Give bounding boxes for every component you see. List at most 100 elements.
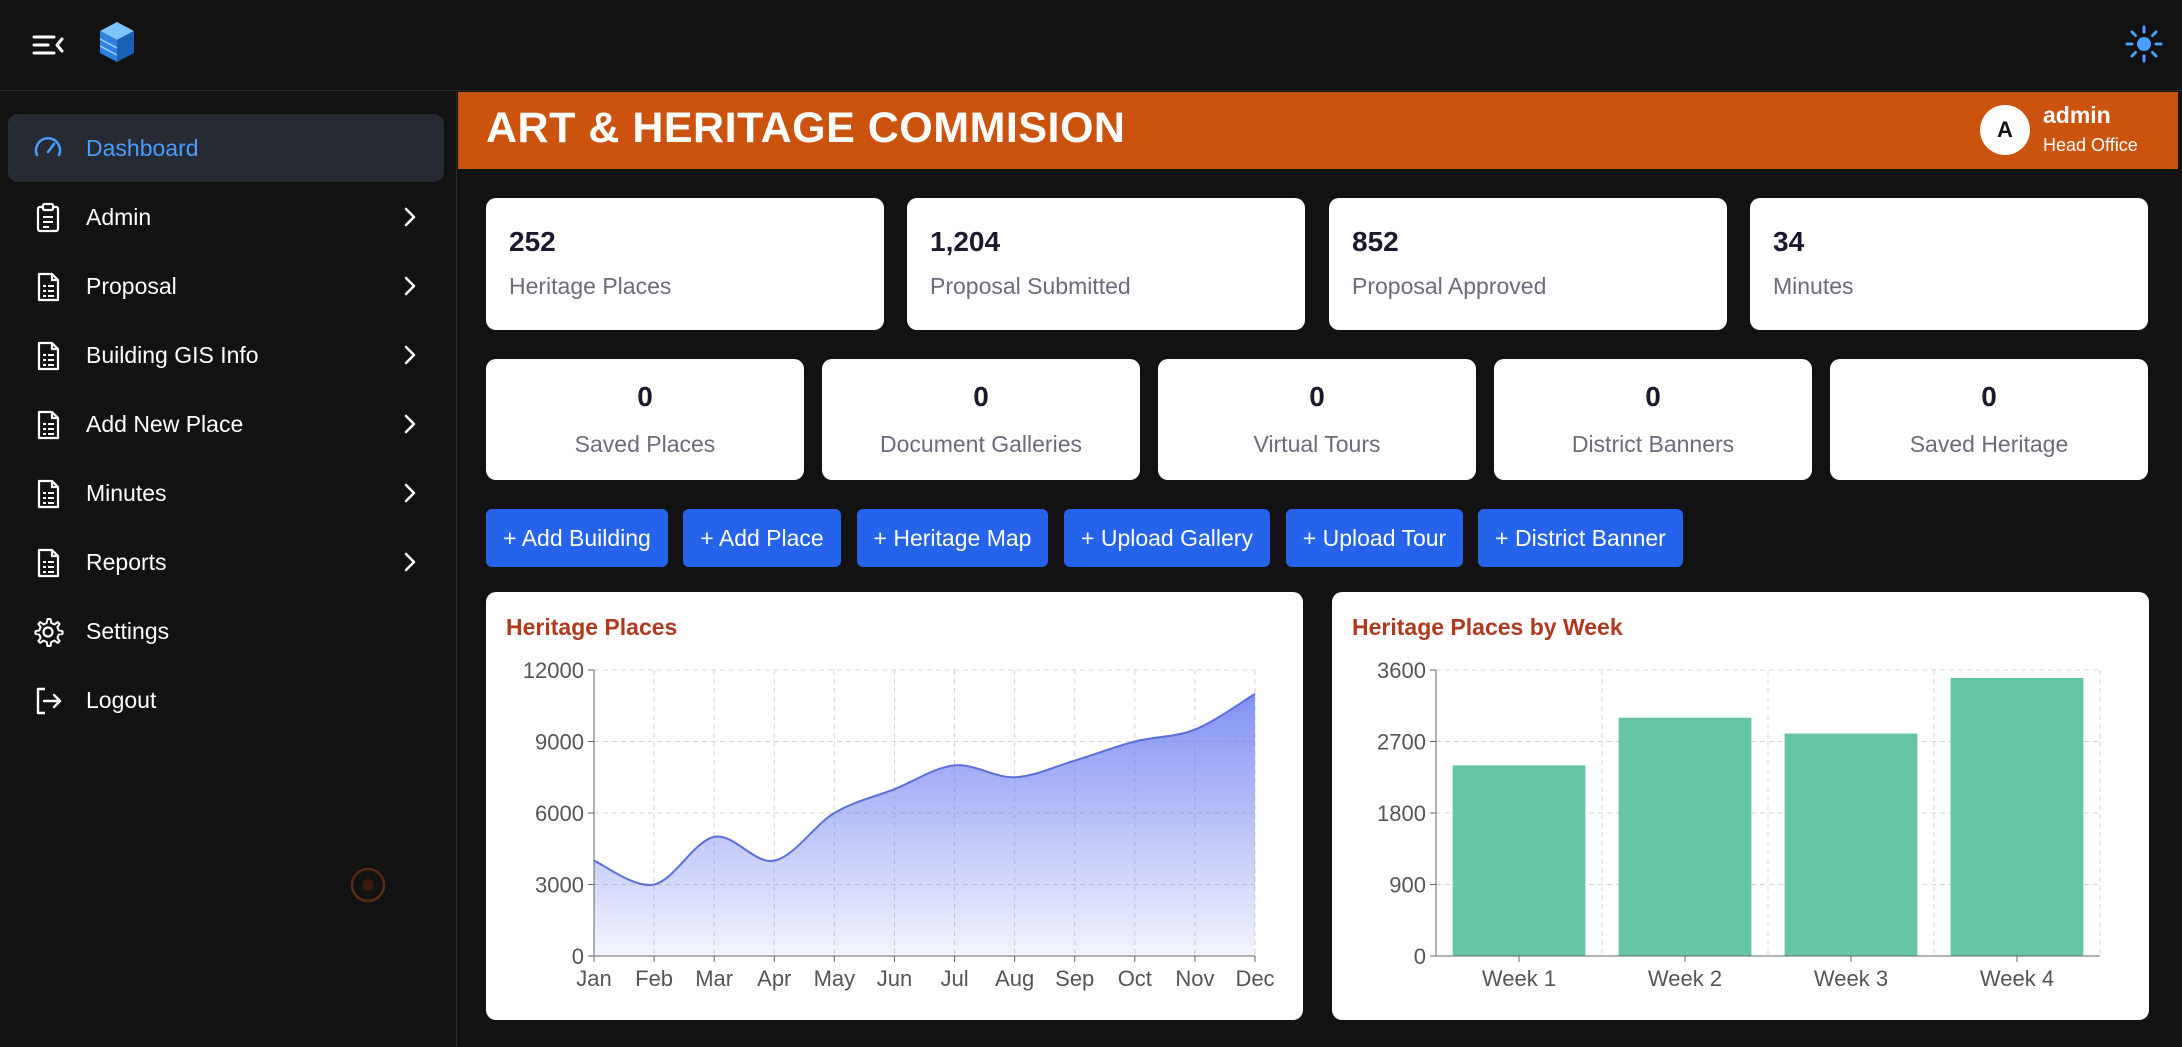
y-tick-label: 12000 bbox=[523, 658, 584, 683]
stat-value: 34 bbox=[1773, 226, 1805, 257]
chevron-right-icon bbox=[404, 207, 416, 227]
stat-label: Proposal Submitted bbox=[930, 273, 1131, 299]
mini-stat-saved-places: 0 Saved Places bbox=[486, 359, 804, 480]
add-building-button[interactable]: + Add Building bbox=[486, 509, 668, 567]
bar bbox=[1618, 717, 1752, 956]
stat-value: 1,204 bbox=[930, 226, 1001, 257]
stat-value: 252 bbox=[509, 226, 556, 257]
logout-icon bbox=[36, 687, 62, 715]
mini-stat-saved-heritage: 0 Saved Heritage bbox=[1830, 359, 2148, 480]
top-bar bbox=[0, 0, 2182, 91]
document-icon bbox=[37, 272, 60, 302]
spinner-icon bbox=[350, 867, 386, 903]
document-icon bbox=[37, 548, 60, 578]
x-tick-label: Jan bbox=[576, 966, 611, 991]
x-tick-label: Mar bbox=[695, 966, 733, 991]
gear-icon bbox=[34, 618, 64, 647]
stat-label: Minutes bbox=[1773, 273, 1854, 299]
x-tick-label: Sep bbox=[1055, 966, 1094, 991]
sidebar-item-reports[interactable]: Reports bbox=[8, 528, 444, 596]
sun-icon[interactable] bbox=[2124, 24, 2164, 64]
mini-stat-document-galleries: 0 Document Galleries bbox=[822, 359, 1140, 480]
y-tick-label: 1800 bbox=[1377, 801, 1426, 826]
x-tick-label: Aug bbox=[995, 966, 1034, 991]
chevron-right-icon bbox=[404, 414, 416, 434]
stat-label: Heritage Places bbox=[509, 273, 672, 299]
heritage-places-chart-card: Heritage Places 0 3000 6000 9000 12000 Jan Feb… bbox=[486, 592, 1303, 1020]
mini-stat-label: Document Galleries bbox=[880, 431, 1082, 457]
y-tick-label: 6000 bbox=[535, 801, 584, 826]
heritage-places-by-week-bar-chart: 0 900 1800 2700 3600 Week 1 Week 2 Week 3 Week 4 bbox=[1377, 658, 2101, 991]
x-tick-label: Feb bbox=[635, 966, 673, 991]
bar bbox=[1784, 733, 1918, 956]
upload-tour-button[interactable]: + Upload Tour bbox=[1286, 509, 1463, 567]
mini-stat-label: Saved Places bbox=[574, 431, 716, 457]
y-tick-label: 3600 bbox=[1377, 658, 1426, 683]
y-tick-label: 900 bbox=[1389, 873, 1426, 898]
cube-logo-icon[interactable] bbox=[98, 20, 136, 64]
sidebar-item-label: Building GIS Info bbox=[86, 341, 259, 368]
page-header-banner: ART & HERITAGE COMMISION A admin Head Of… bbox=[458, 92, 2178, 169]
mini-stat-label: Saved Heritage bbox=[1909, 431, 2069, 457]
heritage-places-area-chart: 030006000900012000Jan Feb Mar Apr May Jun Jul A… bbox=[523, 658, 1275, 991]
sidebar-item-proposal[interactable]: Proposal bbox=[8, 252, 444, 320]
y-tick-label: 2700 bbox=[1377, 730, 1426, 755]
mini-stat-value: 0 bbox=[1309, 381, 1325, 412]
chevron-right-icon bbox=[404, 276, 416, 296]
y-tick-label: 0 bbox=[1414, 944, 1426, 969]
sidebar-item-minutes[interactable]: Minutes bbox=[8, 459, 444, 527]
mini-stat-label: District Banners bbox=[1571, 431, 1735, 457]
document-icon bbox=[37, 341, 60, 371]
sidebar-item-label: Reports bbox=[86, 548, 167, 575]
app-root: Dashboard Admin Proposal Building GIS In… bbox=[0, 0, 2182, 1047]
clipboard-icon bbox=[36, 202, 60, 233]
sidebar-item-add-new-place[interactable]: Add New Place bbox=[8, 390, 444, 458]
sidebar-item-label: Proposal bbox=[86, 272, 177, 299]
page-title: ART & HERITAGE COMMISION bbox=[486, 104, 1126, 152]
document-icon bbox=[37, 479, 60, 509]
sidebar-item-settings[interactable]: Settings bbox=[8, 597, 444, 665]
mini-stat-label: Virtual Tours bbox=[1253, 431, 1381, 457]
user-name[interactable]: admin bbox=[2043, 102, 2111, 129]
sidebar-item-dashboard[interactable]: Dashboard bbox=[8, 114, 444, 182]
mini-stat-value: 0 bbox=[637, 381, 653, 412]
avatar[interactable]: A bbox=[1980, 105, 2030, 155]
add-place-button[interactable]: + Add Place bbox=[683, 509, 841, 567]
menu-collapse-icon[interactable] bbox=[30, 30, 66, 60]
chevron-right-icon bbox=[404, 552, 416, 572]
stat-card-proposal-submitted: 1,204 Proposal Submitted bbox=[907, 198, 1305, 330]
x-tick-label: Apr bbox=[757, 966, 791, 991]
sidebar-item-label: Logout bbox=[86, 686, 157, 713]
sidebar-item-admin[interactable]: Admin bbox=[8, 183, 444, 251]
area-fill bbox=[594, 693, 1255, 956]
stat-value: 852 bbox=[1352, 226, 1399, 257]
y-tick-label: 9000 bbox=[535, 730, 584, 755]
stat-card-minutes: 34 Minutes bbox=[1750, 198, 2148, 330]
x-tick-label: Jul bbox=[940, 966, 968, 991]
mini-stat-value: 0 bbox=[973, 381, 989, 412]
x-tick-label: Week 4 bbox=[1980, 966, 2054, 991]
sidebar-item-building-gis-info[interactable]: Building GIS Info bbox=[8, 321, 444, 389]
sidebar-item-label: Add New Place bbox=[86, 410, 244, 437]
main-content: ART & HERITAGE COMMISION A admin Head Of… bbox=[458, 92, 2180, 1047]
sidebar-item-label: Minutes bbox=[86, 479, 167, 506]
heritage-map-button[interactable]: + Heritage Map bbox=[857, 509, 1048, 567]
sidebar-item-label: Settings bbox=[86, 617, 170, 644]
sidebar-item-label: Dashboard bbox=[86, 134, 199, 161]
speedometer-icon bbox=[34, 137, 62, 157]
upload-gallery-button[interactable]: + Upload Gallery bbox=[1064, 509, 1270, 567]
mini-stat-value: 0 bbox=[1645, 381, 1661, 412]
y-tick-label: 3000 bbox=[535, 873, 584, 898]
bar bbox=[1452, 765, 1586, 956]
sidebar-item-logout[interactable]: Logout bbox=[8, 666, 444, 734]
chevron-right-icon bbox=[404, 345, 416, 365]
district-banner-button[interactable]: + District Banner bbox=[1478, 509, 1683, 567]
sidebar-item-label: Admin bbox=[86, 203, 152, 230]
stat-card-heritage-places: 252 Heritage Places bbox=[486, 198, 884, 330]
x-tick-label: Dec bbox=[1235, 966, 1274, 991]
sidebar: Dashboard Admin Proposal Building GIS In… bbox=[0, 92, 457, 1047]
heritage-places-by-week-chart-card: Heritage Places by Week 0 900 1800 2700 3600… bbox=[1332, 592, 2149, 1020]
x-tick-label: Nov bbox=[1175, 966, 1214, 991]
x-tick-label: Jun bbox=[877, 966, 912, 991]
stat-card-proposal-approved: 852 Proposal Approved bbox=[1329, 198, 1727, 330]
